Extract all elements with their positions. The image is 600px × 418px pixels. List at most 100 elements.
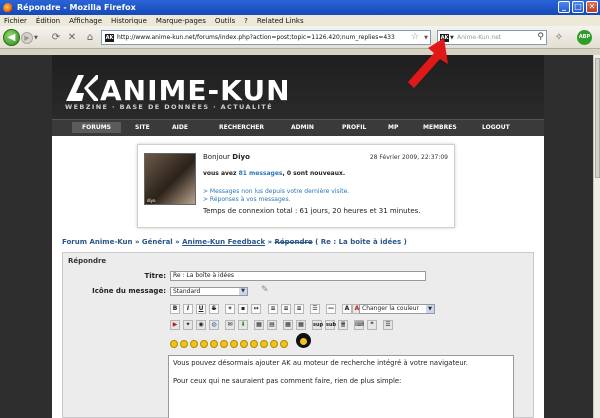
history-dropdown-icon[interactable]: ▼ (34, 35, 38, 41)
site-nav: FORUMS SITE AIDE RECHERCHER ADMIN PROFIL… (52, 119, 544, 136)
nav-logout[interactable]: LOGOUT (482, 124, 510, 131)
afro-smiley-icon[interactable] (296, 333, 311, 348)
unread-messages-link[interactable]: > Messages non lus depuis votre dernière… (203, 188, 349, 195)
color-select-value: Changer la couleur (362, 305, 419, 312)
menu-bookmarks[interactable]: Marque-pages (156, 17, 206, 25)
menu-view[interactable]: Affichage (69, 17, 102, 25)
tongue-smiley-icon[interactable] (270, 340, 278, 348)
angry-smiley-icon[interactable] (210, 340, 218, 348)
menu-history[interactable]: Historique (111, 17, 147, 25)
italic-button[interactable]: I (183, 304, 193, 314)
email-icon[interactable]: ✉ (225, 320, 235, 330)
embarrassed-smiley-icon[interactable] (280, 340, 288, 348)
table-row-icon[interactable]: ▤ (267, 320, 277, 330)
maximize-icon[interactable]: □ (572, 1, 584, 13)
font-size-icon[interactable]: A (342, 304, 352, 314)
back-button[interactable]: ◀ (3, 29, 20, 46)
bookmark-star-icon[interactable]: ☆ (411, 32, 419, 42)
scrollbar-thumb[interactable] (595, 58, 600, 178)
marquee-button[interactable]: ↔ (251, 304, 261, 314)
messages-count-link[interactable]: 81 messages (239, 170, 283, 177)
nav-admin[interactable]: ADMIN (291, 124, 314, 131)
address-bar[interactable]: AK http://www.anime-kun.net/forums/index… (101, 30, 431, 45)
close-icon[interactable]: ✕ (586, 1, 598, 13)
reload-icon[interactable]: ⟳ (50, 32, 62, 44)
cheesy-smiley-icon[interactable] (190, 340, 198, 348)
menu-help[interactable]: ? (244, 17, 248, 25)
code-icon[interactable]: ⌨ (354, 320, 364, 330)
ftp-icon[interactable]: ⬇ (238, 320, 248, 330)
menu-edit[interactable]: Édition (36, 17, 60, 25)
home-icon[interactable]: ⌂ (84, 32, 96, 44)
search-icon[interactable]: ⚲ (537, 32, 544, 42)
title-input[interactable]: Re : La boîte à idées (170, 271, 426, 281)
cool-smiley-icon[interactable] (240, 340, 248, 348)
url-dropdown-icon[interactable]: ▼ (424, 35, 428, 41)
align-left-icon[interactable]: ≡ (268, 304, 278, 314)
menu-file[interactable]: Fichier (4, 17, 27, 25)
shadow-button[interactable]: ▪ (238, 304, 248, 314)
breadcrumb-feedback[interactable]: Anime-Kun Feedback (182, 238, 265, 246)
url-text[interactable]: http://www.anime-kun.net/forums/index.ph… (117, 34, 395, 41)
nav-rechercher[interactable]: RECHERCHER (219, 124, 264, 131)
underline-button[interactable]: U (196, 304, 206, 314)
nav-site[interactable]: SITE (135, 124, 150, 131)
color-select[interactable]: Changer la couleur ▼ (359, 304, 435, 314)
search-box[interactable]: AK ▼ Anime-Kun.net ⚲ (437, 30, 547, 45)
replies-link[interactable]: > Réponses à vos messages. (203, 196, 291, 203)
stop-icon[interactable]: ✕ (66, 32, 78, 44)
image-icon[interactable]: ◉ (196, 320, 206, 330)
nav-membres[interactable]: MEMBRES (423, 124, 457, 131)
wink-smiley-icon[interactable] (180, 340, 188, 348)
align-right-icon[interactable]: ≡ (294, 304, 304, 314)
menu-related-links[interactable]: Related Links (257, 17, 304, 25)
sad-smiley-icon[interactable] (220, 340, 228, 348)
nav-profil[interactable]: PROFIL (342, 124, 366, 131)
superscript-icon[interactable]: sup (312, 320, 323, 330)
preformatted-button[interactable]: ☰ (310, 304, 320, 314)
quote-icon[interactable]: ❝ (367, 320, 377, 330)
smiley-icon[interactable] (170, 340, 178, 348)
breadcrumb-topic: ( Re : La boîte à idées ) (312, 238, 407, 246)
horizontal-rule-icon[interactable]: — (326, 304, 336, 314)
adblock-icon[interactable]: ABP (577, 30, 592, 45)
glow-button[interactable]: ✶ (225, 304, 235, 314)
nav-forums[interactable]: FORUMS (72, 122, 121, 133)
chevron-down-icon[interactable]: ▼ (426, 305, 434, 313)
table-icon[interactable]: ▦ (254, 320, 264, 330)
shocked-smiley-icon[interactable] (230, 340, 238, 348)
nav-mp[interactable]: MP (388, 124, 398, 131)
strike-button[interactable]: S (209, 304, 219, 314)
table-column-icon[interactable]: ▦ (283, 320, 293, 330)
roll-eyes-smiley-icon[interactable] (260, 340, 268, 348)
forward-button[interactable]: ▶ (21, 32, 33, 44)
subscript-icon[interactable]: sub (325, 320, 336, 330)
flash-icon[interactable]: ✦ (183, 320, 193, 330)
teletype-icon[interactable]: ≣ (338, 320, 348, 330)
table-cell-icon[interactable]: ▦ (296, 320, 306, 330)
menu-bar: Fichier Édition Affichage Historique Mar… (0, 15, 600, 26)
chevron-down-icon[interactable]: ▼ (239, 288, 247, 295)
title-label: Titre: (144, 272, 166, 280)
bold-button[interactable]: B (170, 304, 180, 314)
minimize-icon[interactable]: _ (558, 1, 570, 13)
nav-aide[interactable]: AIDE (172, 124, 188, 131)
list-icon[interactable]: ☰ (383, 320, 393, 330)
message-textarea[interactable]: Vous pouvez désormais ajouter AK au mote… (168, 355, 514, 418)
message-line-2: Pour ceux qui ne sauraient pas comment f… (173, 377, 402, 385)
connection-time: Temps de connexion total : 61 jours, 20 … (203, 207, 421, 215)
engine-dropdown-icon[interactable]: ▼ (450, 35, 454, 41)
breadcrumb-general[interactable]: Général (142, 238, 173, 246)
link-icon[interactable]: ◍ (209, 320, 219, 330)
search-engine-icon[interactable]: AK (440, 34, 449, 42)
youtube-icon[interactable]: ▶ (170, 320, 180, 330)
addon-icon[interactable]: ✧ (553, 32, 565, 44)
page-scrollbar[interactable] (593, 55, 600, 418)
huh-smiley-icon[interactable] (250, 340, 258, 348)
message-icon-select[interactable]: Standard ▼ (170, 287, 248, 296)
menu-tools[interactable]: Outils (215, 17, 235, 25)
align-center-icon[interactable]: ≡ (281, 304, 291, 314)
grin-smiley-icon[interactable] (200, 340, 208, 348)
breadcrumb-forum[interactable]: Forum Anime-Kun (62, 238, 133, 246)
icon-label: Icône du message: (92, 287, 166, 295)
